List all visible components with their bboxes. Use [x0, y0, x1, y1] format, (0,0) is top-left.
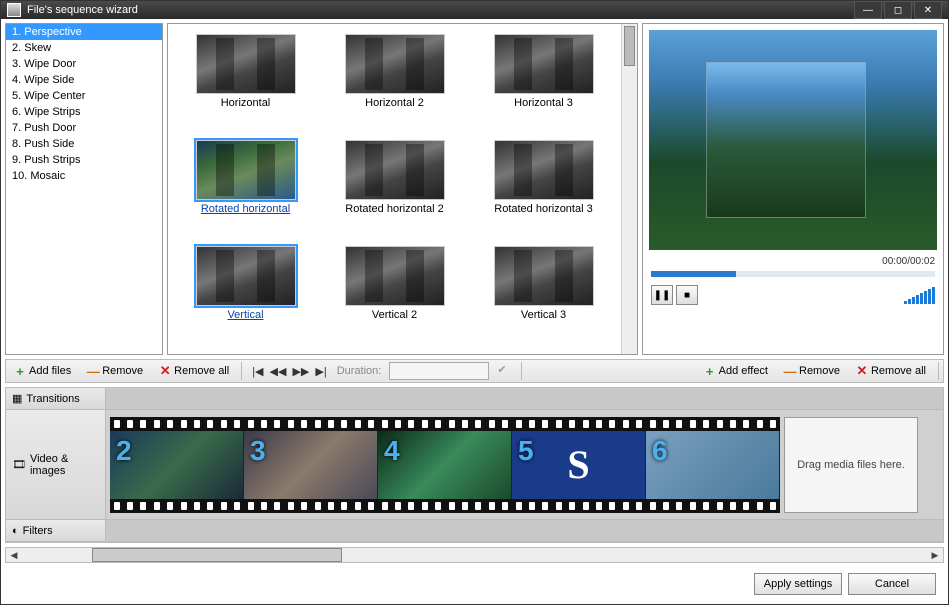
preview-progress[interactable]	[651, 271, 935, 277]
remove-button[interactable]: —Remove	[83, 363, 147, 379]
minus-icon: —	[784, 365, 796, 377]
check-icon[interactable]: ✔	[497, 363, 513, 379]
plus-icon: +	[704, 365, 716, 377]
nav-prev-icon[interactable]: ◀◀	[268, 365, 289, 378]
video-row-label: 🎞Video & images	[6, 410, 106, 519]
transitions-icon: ▦	[12, 392, 22, 405]
transitions-track[interactable]	[106, 388, 943, 409]
apply-settings-button[interactable]: Apply settings	[754, 573, 842, 595]
transition-thumb[interactable]: Horizontal 2	[323, 34, 466, 132]
category-item[interactable]: 8. Push Side	[6, 136, 162, 152]
category-item[interactable]: 2. Skew	[6, 40, 162, 56]
timeline-scrollbar[interactable]: ◀ ▶	[5, 547, 944, 563]
minus-icon: —	[87, 365, 99, 377]
category-item[interactable]: 9. Push Strips	[6, 152, 162, 168]
nav-next-icon[interactable]: ▶▶	[290, 365, 311, 378]
timeline: ▦Transitions 🎞Video & images 2 3	[5, 387, 944, 543]
dropzone[interactable]: Drag media files here.	[784, 417, 918, 513]
add-effect-button[interactable]: +Add effect	[700, 363, 772, 379]
filters-row-label: ◐Filters	[6, 520, 106, 541]
transition-thumb[interactable]: Rotated horizontal	[174, 140, 317, 238]
nav-first-icon[interactable]: |◀	[250, 365, 265, 378]
clip[interactable]: 4	[378, 431, 512, 499]
category-item[interactable]: 6. Wipe Strips	[6, 104, 162, 120]
minimize-button[interactable]: —	[854, 1, 882, 19]
close-button[interactable]: ✕	[914, 1, 942, 19]
category-item[interactable]: 10. Mosaic	[6, 168, 162, 184]
maximize-button[interactable]: ◻	[884, 1, 912, 19]
scroll-right-icon[interactable]: ▶	[927, 548, 943, 562]
titlebar: File's sequence wizard — ◻ ✕	[1, 1, 948, 19]
preview-panel: 00:00/00:02 ❚❚ ■	[642, 23, 944, 355]
toolbar: +Add files —Remove ✕Remove all |◀ ◀◀ ▶▶ …	[5, 359, 944, 383]
pause-button[interactable]: ❚❚	[651, 285, 673, 305]
preview-time: 00:00/00:02	[643, 256, 943, 267]
transitions-row-label: ▦Transitions	[6, 388, 106, 409]
transition-thumb[interactable]: Rotated horizontal 2	[323, 140, 466, 238]
video-track[interactable]: 2 3 4 5	[106, 410, 943, 519]
remove-all-button[interactable]: ✕Remove all	[155, 363, 233, 379]
app-icon	[7, 3, 21, 17]
transition-thumb[interactable]: Vertical 2	[323, 246, 466, 344]
volume-indicator[interactable]	[904, 287, 935, 304]
transition-gallery: Horizontal Horizontal 2 Horizontal 3 Rot…	[168, 24, 621, 354]
add-files-button[interactable]: +Add files	[10, 363, 75, 379]
plus-icon: +	[14, 365, 26, 377]
category-list[interactable]: 1. Perspective 2. Skew 3. Wipe Door 4. W…	[5, 23, 163, 355]
scroll-handle[interactable]	[92, 548, 342, 562]
category-item[interactable]: 7. Push Door	[6, 120, 162, 136]
scroll-left-icon[interactable]: ◀	[6, 548, 22, 562]
nav-last-icon[interactable]: ▶|	[313, 365, 328, 378]
preview-screen	[649, 30, 937, 250]
remove-effect-button[interactable]: —Remove	[780, 363, 844, 379]
category-item[interactable]: 5. Wipe Center	[6, 88, 162, 104]
window-title: File's sequence wizard	[27, 4, 854, 16]
category-item[interactable]: 3. Wipe Door	[6, 56, 162, 72]
transition-thumb[interactable]: Horizontal	[174, 34, 317, 132]
duration-input[interactable]	[389, 362, 489, 380]
clip[interactable]: 5	[512, 431, 646, 499]
video-icon: 🎞	[12, 458, 26, 471]
cancel-button[interactable]: Cancel	[848, 573, 936, 595]
category-item[interactable]: 4. Wipe Side	[6, 72, 162, 88]
remove-all-effects-button[interactable]: ✕Remove all	[852, 363, 930, 379]
transition-thumb[interactable]: Vertical	[174, 246, 317, 344]
clip[interactable]: 2	[110, 431, 244, 499]
duration-label: Duration:	[337, 365, 382, 377]
clip[interactable]: 6	[646, 431, 780, 499]
nav-arrows: |◀ ◀◀ ▶▶ ▶|	[250, 365, 329, 378]
stop-button[interactable]: ■	[676, 285, 698, 305]
gallery-scrollbar[interactable]	[621, 24, 637, 354]
x-icon: ✕	[159, 365, 171, 377]
transition-thumb[interactable]: Horizontal 3	[472, 34, 615, 132]
filters-track[interactable]	[106, 520, 943, 541]
transition-thumb[interactable]: Rotated horizontal 3	[472, 140, 615, 238]
transition-thumb[interactable]: Vertical 3	[472, 246, 615, 344]
x-icon: ✕	[856, 365, 868, 377]
category-item[interactable]: 1. Perspective	[6, 24, 162, 40]
clip[interactable]: 3	[244, 431, 378, 499]
filters-icon: ◐	[12, 525, 19, 537]
